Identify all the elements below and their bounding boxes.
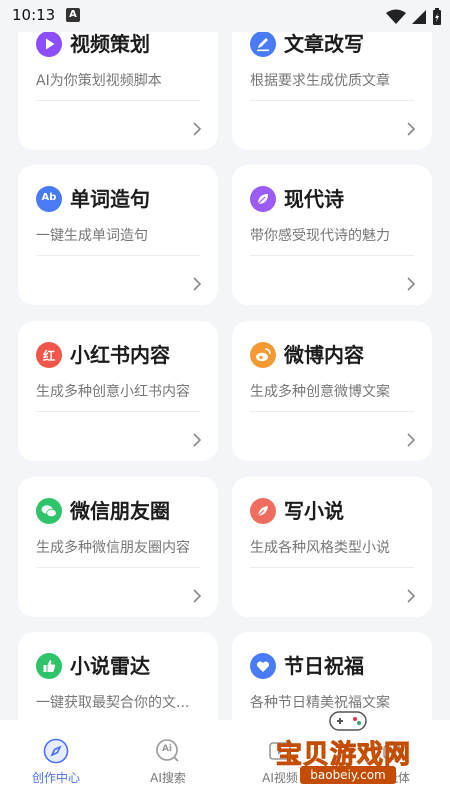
xiaohongshu-icon-text: 红 (42, 349, 55, 363)
wechat-icon (36, 498, 62, 524)
pen-icon (250, 31, 276, 57)
card-divider (36, 100, 200, 101)
chevron-right-icon (407, 277, 416, 291)
chevron-right-icon (407, 433, 416, 447)
card-divider (36, 411, 200, 412)
card-title: 视频策划 (70, 32, 150, 56)
card-weibo[interactable]: 微博内容 生成多种创意微博文案 (232, 321, 432, 461)
compass-icon (43, 738, 69, 764)
card-subtitle: 生成多种微信朋友圈内容 (36, 540, 190, 556)
card-title: 文章改写 (284, 32, 364, 56)
heart-icon (250, 653, 276, 679)
card-subtitle: 根据要求生成优质文章 (250, 73, 390, 89)
watermark-url: baobeiy.com (300, 766, 396, 784)
card-word-sentence[interactable]: Ab 单词造句 一键生成单词造句 (18, 165, 218, 305)
card-subtitle: 生成多种创意小红书内容 (36, 384, 190, 400)
card-divider (36, 255, 200, 256)
feather-icon (250, 498, 276, 524)
card-divider (250, 411, 414, 412)
card-subtitle: AI为你策划视频脚本 (36, 73, 162, 89)
card-wechat-moments[interactable]: 微信朋友圈 生成多种微信朋友圈内容 (18, 477, 218, 617)
notification-icon: A (66, 8, 80, 22)
card-title: 写小说 (284, 499, 344, 523)
card-title: 微博内容 (284, 343, 364, 367)
card-subtitle: 生成多种创意微博文案 (250, 384, 390, 400)
card-subtitle: 一键生成单词造句 (36, 228, 148, 244)
watermark: 宝贝游戏网 baobeiy.com (262, 706, 432, 792)
card-xiaohongshu[interactable]: 红 小红书内容 生成多种创意小红书内容 (18, 321, 218, 461)
card-title: 现代诗 (284, 187, 344, 211)
chevron-right-icon (193, 589, 202, 603)
card-modern-poem[interactable]: 现代诗 带你感受现代诗的魅力 (232, 165, 432, 305)
weibo-icon (250, 342, 276, 368)
nav-item-creation-center[interactable]: 创作中心 (0, 720, 112, 800)
xiaohongshu-icon: 红 (36, 342, 62, 368)
chevron-right-icon (407, 122, 416, 136)
play-icon (36, 31, 62, 57)
nav-label: AI搜索 (150, 771, 186, 785)
card-title: 小红书内容 (70, 343, 170, 367)
card-subtitle: 一键获取最契合你的文... (36, 695, 190, 711)
chevron-right-icon (193, 277, 202, 291)
wifi-icon (385, 9, 406, 24)
ai-search-icon-text: Ai (161, 744, 173, 754)
card-novel-radar[interactable]: 小说雷达 一键获取最契合你的文... (18, 632, 218, 720)
card-divider (250, 255, 414, 256)
status-icons (385, 6, 442, 26)
ab-icon: Ab (36, 186, 62, 212)
chevron-right-icon (193, 433, 202, 447)
card-write-novel[interactable]: 写小说 生成各种风格类型小说 (232, 477, 432, 617)
status-bar: 10:13 A (0, 0, 450, 32)
leaf-icon (250, 186, 276, 212)
ai-search-icon: Ai (155, 738, 181, 764)
card-divider (36, 567, 200, 568)
card-title: 微信朋友圈 (70, 499, 170, 523)
gamepad-icon (329, 711, 367, 731)
status-time: 10:13 (12, 6, 56, 24)
feature-grid: 视频策划 AI为你策划视频脚本 文章改写 根据要求生成优质文章 Ab 单词造句 … (0, 0, 450, 720)
chevron-right-icon (407, 589, 416, 603)
signal-icon (411, 9, 426, 24)
card-divider (250, 567, 414, 568)
card-title: 单词造句 (70, 187, 150, 211)
ab-icon-text: Ab (41, 192, 57, 203)
card-subtitle: 带你感受现代诗的魅力 (250, 228, 390, 244)
chevron-right-icon (193, 122, 202, 136)
card-divider (250, 100, 414, 101)
card-title: 小说雷达 (70, 654, 150, 678)
nav-item-ai-search[interactable]: Ai AI搜索 (112, 720, 224, 800)
battery-icon (433, 7, 441, 25)
card-title: 节日祝福 (284, 654, 364, 678)
thumb-up-icon (36, 653, 62, 679)
card-subtitle: 生成各种风格类型小说 (250, 540, 390, 556)
nav-label: 创作中心 (31, 771, 80, 785)
